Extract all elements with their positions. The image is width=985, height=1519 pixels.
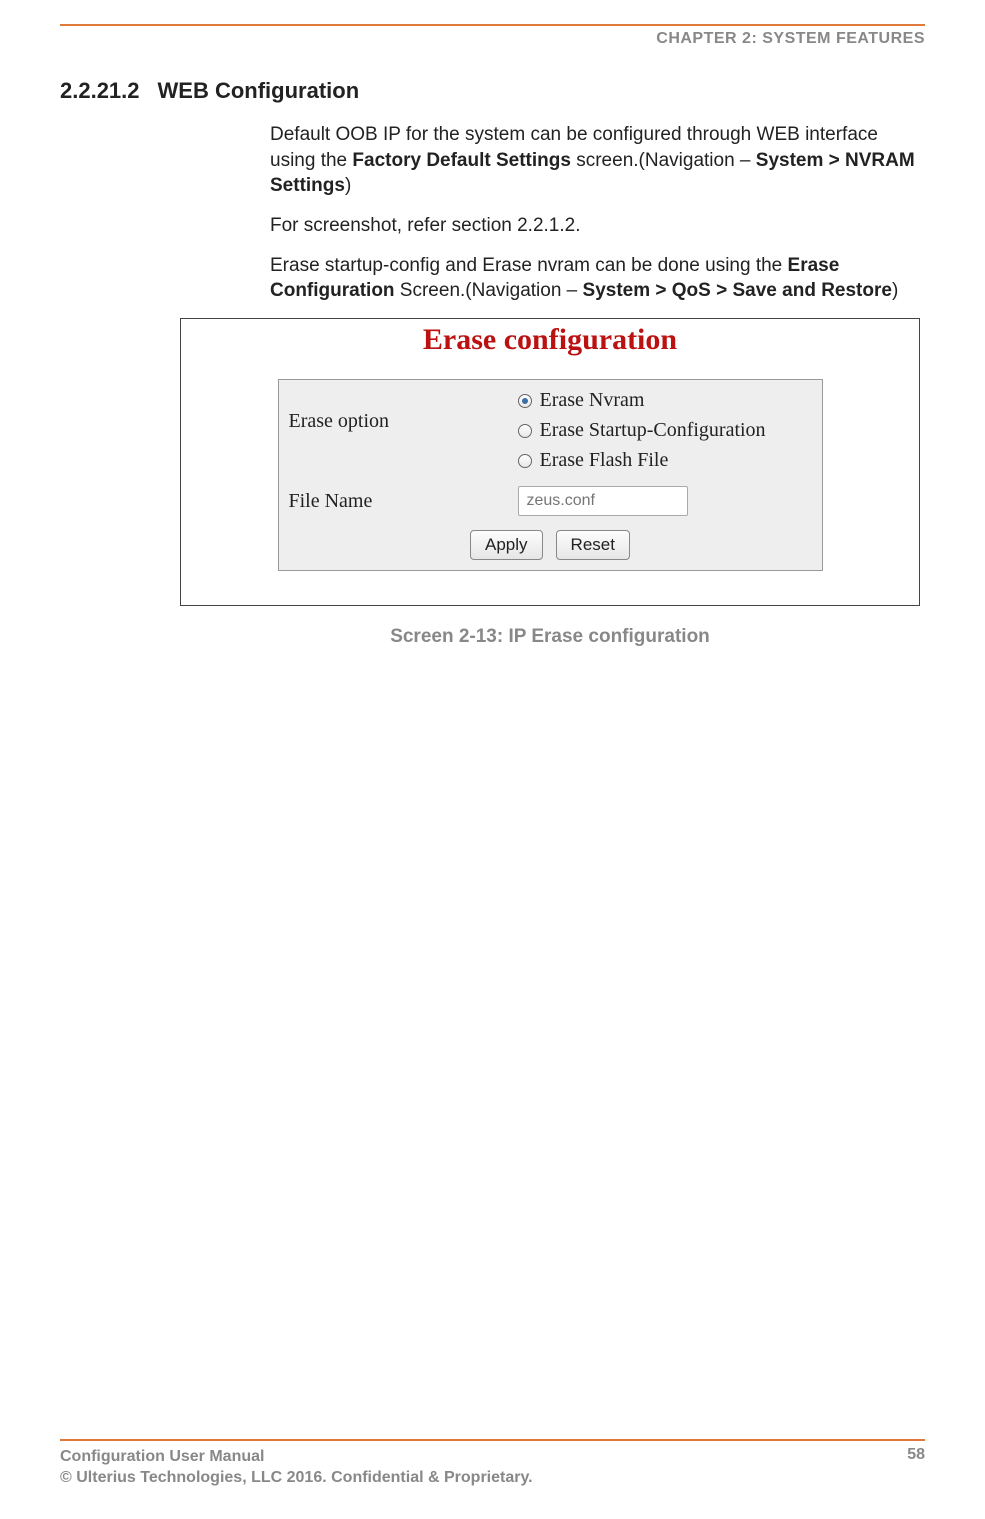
footer-left: Configuration User Manual © Ulterius Tec…	[60, 1446, 533, 1489]
figure: Erase configuration Erase option Erase N…	[180, 318, 920, 648]
footer-line-2: © Ulterius Technologies, LLC 2016. Confi…	[60, 1467, 533, 1489]
paragraph-2: For screenshot, refer section 2.2.1.2.	[270, 213, 925, 239]
section-heading: 2.2.21.2 WEB Configuration	[60, 78, 925, 104]
radio-icon[interactable]	[518, 394, 532, 408]
page: CHAPTER 2: SYSTEM FEATURES 2.2.21.2 WEB C…	[0, 24, 985, 1519]
p3-text-1: Erase startup-config and Erase nvram can…	[270, 255, 788, 276]
footer-line-1: Configuration User Manual	[60, 1446, 533, 1468]
p1-text-2: screen.(Navigation –	[571, 150, 756, 171]
section-number: 2.2.21.2	[60, 78, 140, 104]
radio-icon[interactable]	[518, 454, 532, 468]
reset-button[interactable]: Reset	[556, 530, 630, 560]
file-name-field-cell	[514, 480, 822, 520]
chapter-header: CHAPTER 2: SYSTEM FEATURES	[60, 26, 925, 78]
p1-text-3: )	[345, 175, 351, 196]
row-file-name: File Name	[279, 480, 822, 524]
radio-label-nvram: Erase Nvram	[540, 389, 645, 412]
footer: Configuration User Manual © Ulterius Tec…	[60, 1446, 925, 1489]
section-title: WEB Configuration	[158, 78, 360, 103]
p3-text-2: Screen.(Navigation –	[395, 280, 583, 301]
erase-config-form: Erase option Erase Nvram Erase Startup-C…	[278, 379, 823, 571]
label-erase-option: Erase option	[279, 380, 514, 441]
p3-text-3: )	[892, 280, 898, 301]
page-number: 58	[907, 1446, 925, 1464]
p1-bold-1: Factory Default Settings	[352, 150, 571, 171]
radio-label-flash: Erase Flash File	[540, 449, 669, 472]
erase-option-radios: Erase Nvram Erase Startup-Configuration …	[514, 380, 822, 480]
radio-row-startup[interactable]: Erase Startup-Configuration	[518, 416, 810, 446]
radio-icon[interactable]	[518, 424, 532, 438]
apply-button[interactable]: Apply	[470, 530, 543, 560]
paragraph-3: Erase startup-config and Erase nvram can…	[270, 253, 925, 304]
label-file-name: File Name	[279, 480, 514, 524]
file-name-input[interactable]	[518, 486, 688, 516]
paragraph-1: Default OOB IP for the system can be con…	[270, 122, 925, 199]
p3-bold-2: System > QoS > Save and Restore	[583, 280, 892, 301]
figure-box: Erase configuration Erase option Erase N…	[180, 318, 920, 606]
radio-row-nvram[interactable]: Erase Nvram	[518, 386, 810, 416]
row-erase-option: Erase option Erase Nvram Erase Startup-C…	[279, 380, 822, 480]
radio-label-startup: Erase Startup-Configuration	[540, 419, 766, 442]
button-row: Apply Reset	[279, 524, 822, 570]
footer-rule	[60, 1439, 925, 1441]
figure-title: Erase configuration	[181, 319, 919, 379]
radio-row-flash[interactable]: Erase Flash File	[518, 446, 810, 476]
figure-caption: Screen 2-13: IP Erase configuration	[180, 626, 920, 648]
